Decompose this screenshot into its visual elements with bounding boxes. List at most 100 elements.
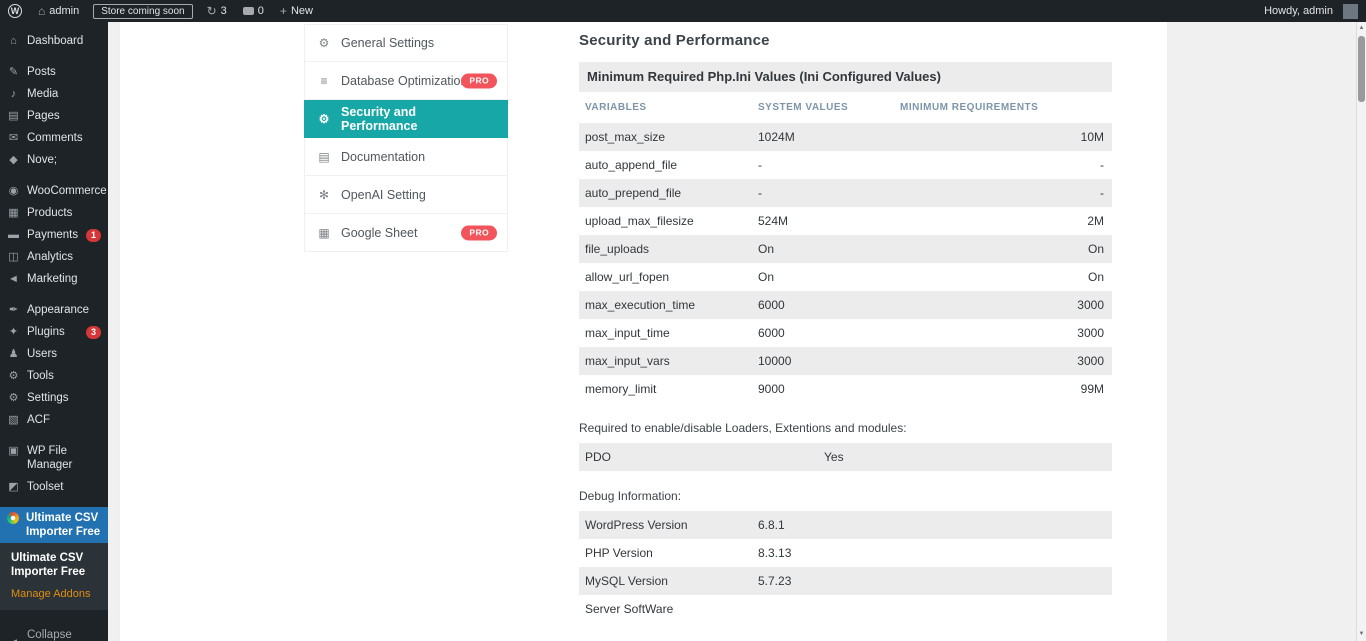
sidebar-item[interactable]: ⌂ Dashboard: [0, 30, 108, 52]
admin-bar: W ⌂ admin Store coming soon ↻ 3 0 + New …: [0, 0, 1366, 22]
system-value: -: [758, 158, 900, 172]
sidebar-item[interactable]: ✒ Appearance: [0, 299, 108, 321]
page-scrollbar[interactable]: ▲ ▼: [1356, 22, 1366, 641]
sidebar-item-label: Users: [27, 347, 101, 361]
sidebar-item[interactable]: Ultimate CSV Importer Free: [0, 507, 108, 543]
count-badge: 1: [86, 229, 101, 242]
site-name-menu[interactable]: ⌂ admin: [30, 0, 87, 22]
phpini-table: post_max_size 1024M 10M auto_append_file…: [579, 123, 1112, 403]
sidebar-item[interactable]: ✉ Comments: [0, 127, 108, 149]
sidebar-item-label: Analytics: [27, 250, 101, 264]
settings-nav-item[interactable]: ✻ OpenAI Setting: [304, 176, 508, 214]
sheet-icon: ▦: [317, 226, 331, 240]
comments-indicator[interactable]: 0: [235, 0, 272, 22]
debug-row: MySQL Version 5.7.23: [579, 567, 1112, 595]
csv-importer-icon: [7, 512, 19, 524]
sidebar-item[interactable]: ♪ Media: [0, 83, 108, 105]
sidebar-item[interactable]: ▬ Payments 1: [0, 224, 108, 246]
products-icon: ▦: [7, 206, 20, 220]
sidebar-item[interactable]: ◉ WooCommerce: [0, 180, 108, 202]
submenu-item-csv-importer[interactable]: Ultimate CSV Importer Free: [11, 551, 100, 579]
openai-icon: ✻: [317, 188, 331, 202]
minimum-requirement: 2M: [900, 214, 1104, 228]
sidebar-item-label: WooCommerce: [27, 184, 107, 198]
collapse-menu-button[interactable]: ◀ Collapse Menu: [0, 624, 108, 641]
count-badge: 3: [86, 326, 101, 339]
sidebar-item[interactable]: ◩ Toolset: [0, 476, 108, 498]
admin-bar-right: Howdy, admin: [1256, 0, 1366, 22]
updates-indicator[interactable]: ↻ 3: [199, 0, 235, 22]
settings-panel: Security and Performance Minimum Require…: [579, 24, 1112, 623]
gear-icon: ⚙: [317, 36, 331, 50]
system-value: -: [758, 186, 900, 200]
avatar: [1343, 4, 1358, 19]
debug-value: 5.7.23: [758, 574, 900, 588]
column-system-values: SYSTEM VALUES: [758, 102, 900, 113]
system-value: 1024M: [758, 130, 900, 144]
minimum-requirement: 99M: [900, 382, 1104, 396]
debug-value: 6.8.1: [758, 518, 900, 532]
settings-nav-item[interactable]: ▤ Documentation: [304, 138, 508, 176]
media-icon: ♪: [7, 87, 20, 101]
sidebar-item-label: Marketing: [27, 272, 101, 286]
loader-row: PDO Yes: [579, 443, 1112, 471]
sidebar-item[interactable]: ◆ Nove;: [0, 149, 108, 171]
settings-nav-item[interactable]: ⚙ Security and Performance: [304, 100, 508, 138]
sidebar-item-label: Media: [27, 87, 101, 101]
sidebar-item[interactable]: ▦ Products: [0, 202, 108, 224]
settings-nav-item[interactable]: ⚙ General Settings: [304, 24, 508, 62]
woocommerce-icon: ◉: [7, 184, 20, 198]
scroll-up-arrow[interactable]: ▲: [1357, 23, 1366, 34]
plugins-icon: ✦: [7, 325, 20, 339]
content-area: ⚙ General Settings ≡ Database Optimizati…: [108, 0, 1366, 641]
settings-nav-item[interactable]: ▦ Google Sheet PRO: [304, 214, 508, 252]
admin-menu: ⌂ Dashboard ✎ Posts ♪ Media ▤ Pages: [0, 22, 108, 543]
system-value: 524M: [758, 214, 900, 228]
sidebar-item-label: WP File Manager: [27, 444, 101, 472]
dashboard-icon: ⌂: [7, 34, 20, 48]
sidebar-item-label: Products: [27, 206, 101, 220]
sidebar-item-label: Payments: [27, 228, 79, 242]
sidebar-item-label: Posts: [27, 65, 101, 79]
settings-nav-label: Google Sheet: [341, 226, 417, 240]
minimum-requirement: On: [900, 242, 1104, 256]
scrollbar-thumb[interactable]: [1358, 36, 1365, 102]
debug-row: PHP Version 8.3.13: [579, 539, 1112, 567]
submenu-item-manage-addons[interactable]: Manage Addons: [11, 588, 100, 600]
comments-count: 0: [258, 5, 264, 17]
sidebar-item[interactable]: ◫ Analytics: [0, 246, 108, 268]
scroll-down-arrow[interactable]: ▼: [1357, 629, 1366, 640]
wordpress-menu[interactable]: W: [0, 0, 30, 22]
collapse-arrow-icon: ◀: [7, 635, 20, 641]
column-minimum-requirements: MINIMUM REQUIREMENTS: [900, 102, 1104, 113]
debug-table: WordPress Version 6.8.1 PHP Version 8.3.…: [579, 511, 1112, 623]
settings-nav-label: Documentation: [341, 150, 425, 164]
sidebar-item[interactable]: ✎ Posts: [0, 61, 108, 83]
sidebar-item[interactable]: ♟ Users: [0, 343, 108, 365]
debug-row: Server SoftWare: [579, 595, 1112, 623]
pro-badge: PRO: [461, 225, 497, 240]
plugin-submenu: Ultimate CSV Importer Free Manage Addons: [0, 543, 108, 610]
sidebar-item[interactable]: ⚙ Tools: [0, 365, 108, 387]
sidebar-item[interactable]: ◄ Marketing: [0, 268, 108, 290]
document-icon: ▤: [317, 150, 331, 164]
new-content-menu[interactable]: + New: [272, 0, 321, 22]
sidebar-item[interactable]: ▧ ACF: [0, 409, 108, 431]
payments-icon: ▬: [7, 228, 20, 242]
sidebar-item[interactable]: ▤ Pages: [0, 105, 108, 127]
phpini-row: auto_append_file - -: [579, 151, 1112, 179]
sidebar-item[interactable]: ✦ Plugins 3: [0, 321, 108, 343]
posts-icon: ✎: [7, 65, 20, 79]
settings-nav-label: Security and Performance: [341, 105, 495, 133]
settings-nav-item[interactable]: ≡ Database Optimization PRO: [304, 62, 508, 100]
loader-value: Yes: [824, 450, 1104, 464]
phpini-row: max_execution_time 6000 3000: [579, 291, 1112, 319]
sidebar-item[interactable]: ▣ WP File Manager: [0, 440, 108, 476]
settings-nav: ⚙ General Settings ≡ Database Optimizati…: [304, 24, 508, 252]
sidebar-item-label: Toolset: [27, 480, 101, 494]
analytics-icon: ◫: [7, 250, 20, 264]
phpini-row: memory_limit 9000 99M: [579, 375, 1112, 403]
system-value: 10000: [758, 354, 900, 368]
sidebar-item[interactable]: ⚙ Settings: [0, 387, 108, 409]
howdy-menu[interactable]: Howdy, admin: [1256, 0, 1366, 22]
